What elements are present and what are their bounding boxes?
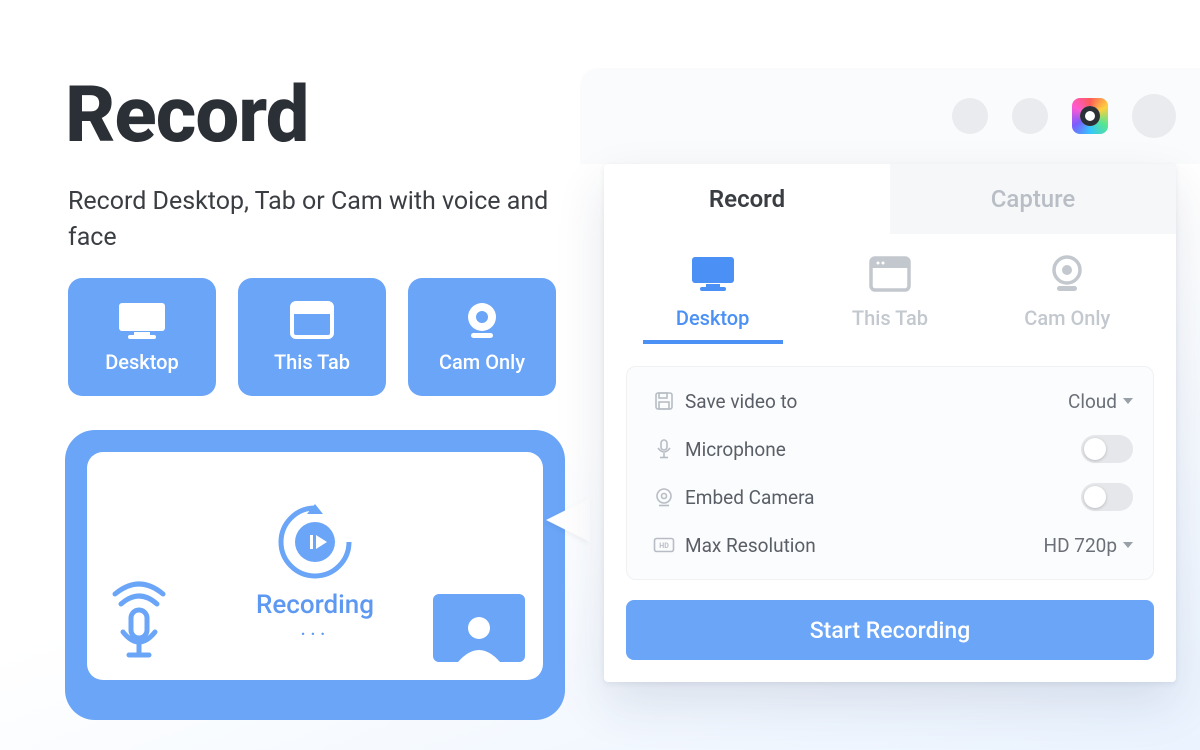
chevron-down-icon [1123, 398, 1133, 404]
camera-thumbnail [433, 594, 525, 662]
setting-label: Save video to [681, 390, 1068, 413]
page-title-block: Record [65, 70, 309, 161]
source-desktop[interactable]: Desktop [643, 250, 783, 344]
source-this-tab[interactable]: This Tab [820, 250, 960, 344]
popup-tabs: Record Capture [604, 164, 1176, 234]
page-subtitle: Record Desktop, Tab or Cam with voice an… [68, 184, 588, 257]
camera-toggle[interactable] [1081, 483, 1133, 511]
resolution-icon: HD [647, 537, 681, 553]
camera-icon [1047, 250, 1087, 298]
source-label: Cam Only [1024, 306, 1110, 330]
recording-dots: ... [300, 626, 329, 632]
avatar-placeholder [1132, 94, 1176, 138]
setting-embed-camera: Embed Camera [647, 473, 1133, 521]
source-label: Desktop [676, 306, 750, 330]
setting-save-location: Save video to Cloud [647, 377, 1133, 425]
mode-label: Cam Only [439, 350, 525, 374]
source-cam-only[interactable]: Cam Only [997, 250, 1137, 344]
setting-microphone: Microphone [647, 425, 1133, 473]
page-title: Record [65, 70, 309, 161]
mode-desktop[interactable]: Desktop [68, 278, 216, 396]
monitor-icon [689, 250, 737, 298]
setting-max-resolution: HD Max Resolution HD 720p [647, 521, 1133, 569]
mode-cam-only[interactable]: Cam Only [408, 278, 556, 396]
mode-this-tab[interactable]: This Tab [238, 278, 386, 396]
toolbar-placeholder [1012, 98, 1048, 134]
save-icon [647, 391, 681, 411]
browser-toolbar [580, 68, 1200, 164]
tab-capture[interactable]: Capture [890, 164, 1176, 234]
mode-label: This Tab [274, 350, 350, 374]
recording-spinner-icon [273, 500, 357, 584]
monitor-stand [255, 690, 375, 714]
tab-icon [869, 250, 911, 298]
chevron-down-icon [1123, 542, 1133, 548]
toolbar-placeholder [952, 98, 988, 134]
mode-label: Desktop [105, 350, 179, 374]
tab-record[interactable]: Record [604, 164, 890, 234]
settings-panel: Save video to Cloud Microphone Embed Cam… [626, 366, 1154, 580]
setting-label: Microphone [681, 438, 1081, 461]
recording-preview: Recording ... [65, 430, 565, 720]
popup-pointer [546, 498, 590, 542]
save-location-select[interactable]: Cloud [1068, 390, 1133, 413]
microphone-icon [647, 439, 681, 459]
webcam-icon [647, 487, 681, 507]
monitor-icon [116, 300, 168, 340]
start-recording-button[interactable]: Start Recording [626, 600, 1154, 660]
extension-icon[interactable] [1072, 98, 1108, 134]
mode-buttons: Desktop This Tab Cam Only [68, 278, 556, 396]
microphone-active-icon [109, 580, 169, 662]
tab-icon [286, 300, 338, 340]
camera-icon [456, 300, 508, 340]
setting-label: Max Resolution [681, 534, 1044, 557]
setting-label: Embed Camera [681, 486, 1081, 509]
preview-screen: Recording ... [87, 452, 543, 680]
source-label: This Tab [852, 306, 928, 330]
resolution-select[interactable]: HD 720p [1044, 534, 1133, 557]
svg-text:HD: HD [659, 542, 669, 550]
microphone-toggle[interactable] [1081, 435, 1133, 463]
extension-popup: Record Capture Desktop This Tab Cam Only [604, 164, 1176, 682]
source-selector: Desktop This Tab Cam Only [604, 234, 1176, 350]
